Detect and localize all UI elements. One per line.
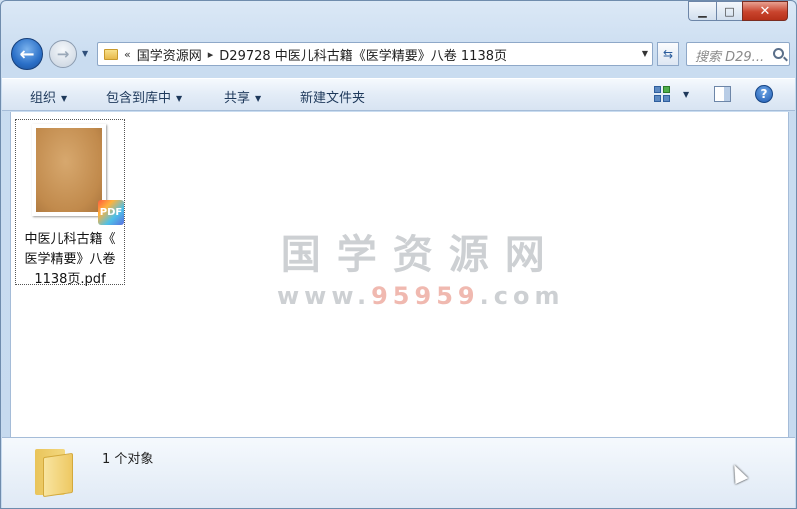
- watermark: 国学资源网 www.95959.com: [277, 222, 564, 310]
- item-count: 1 个对象: [102, 452, 154, 467]
- address-bar[interactable]: « 国学资源网 ▸ D29728 中医儿科古籍《医学精要》八卷 1138页 ▼: [97, 42, 653, 66]
- arrow-left-icon: ←: [19, 43, 35, 65]
- preview-pane-icon[interactable]: [714, 86, 731, 102]
- search-icon: [773, 48, 784, 59]
- maximize-button[interactable]: □: [716, 1, 742, 21]
- refresh-icon: ⇆: [662, 47, 674, 61]
- close-button[interactable]: ✕: [742, 1, 788, 21]
- pdf-icon: PDF: [98, 200, 124, 225]
- command-bar: 组织 ▼ 包含到库中 ▼ 共享 ▼ 新建文件夹 ▼ ?: [2, 78, 795, 111]
- minimize-button[interactable]: ▁: [688, 1, 716, 21]
- file-name-line: 中医儿科古籍《: [24, 232, 116, 247]
- book-scan-image: [36, 128, 102, 212]
- change-view-icon[interactable]: [654, 86, 670, 102]
- chevron-down-icon: ▼: [176, 94, 183, 103]
- share-menu[interactable]: 共享 ▼: [224, 87, 261, 106]
- breadcrumb-current[interactable]: D29728 中医儿科古籍《医学精要》八卷 1138页: [219, 45, 507, 64]
- file-name: 中医儿科古籍《 医学精要》八卷 1138页.pdf: [16, 230, 124, 290]
- refresh-button[interactable]: ⇆: [657, 42, 679, 66]
- search-placeholder: 搜索 D29...: [695, 50, 765, 65]
- details-pane: 1 个对象: [2, 437, 795, 508]
- address-row: ← → ▼ « 国学资源网 ▸ D29728 中医儿科古籍《医学精要》八卷 11…: [11, 38, 791, 70]
- file-name-line: 医学精要》八卷: [24, 252, 116, 267]
- breadcrumb-separator[interactable]: ▸: [208, 48, 214, 61]
- search-input[interactable]: 搜索 D29...: [686, 42, 790, 66]
- organize-label: 组织: [30, 91, 57, 106]
- watermark-url: www.95959.com: [277, 282, 565, 310]
- file-list[interactable]: PDF 中医儿科古籍《 医学精要》八卷 1138页.pdf 国学资源网 www.…: [10, 112, 789, 437]
- chevron-down-icon: ▼: [255, 94, 262, 103]
- include-in-library-menu[interactable]: 包含到库中 ▼: [106, 87, 182, 106]
- view-dropdown-icon[interactable]: ▼: [683, 90, 689, 99]
- overflow-chevron[interactable]: «: [124, 48, 131, 61]
- back-button[interactable]: ←: [11, 38, 43, 70]
- help-icon[interactable]: ?: [755, 85, 773, 103]
- folder-icon: [35, 445, 73, 498]
- forward-button[interactable]: →: [49, 40, 77, 68]
- breadcrumb-root[interactable]: 国学资源网: [137, 45, 202, 64]
- arrow-right-icon: →: [56, 45, 70, 63]
- caption-buttons: ▁ □ ✕: [688, 1, 788, 21]
- file-item-pdf[interactable]: PDF 中医儿科古籍《 医学精要》八卷 1138页.pdf: [15, 119, 125, 287]
- mouse-cursor-icon: [727, 461, 749, 485]
- watermark-title: 国学资源网: [280, 232, 561, 278]
- chevron-down-icon: ▼: [61, 94, 68, 103]
- address-dropdown-icon[interactable]: ▼: [642, 49, 648, 58]
- file-name-line: 1138页.pdf: [34, 272, 106, 287]
- share-label: 共享: [224, 91, 251, 106]
- explorer-window: ▁ □ ✕ ← → ▼ « 国学资源网 ▸ D29728 中医儿科古籍《医学精要…: [0, 0, 797, 509]
- folder-icon: [104, 48, 118, 60]
- recent-pages-dropdown[interactable]: ▼: [82, 49, 92, 59]
- include-label: 包含到库中: [106, 91, 172, 106]
- new-folder-button[interactable]: 新建文件夹: [300, 87, 365, 106]
- organize-menu[interactable]: 组织 ▼: [30, 87, 67, 106]
